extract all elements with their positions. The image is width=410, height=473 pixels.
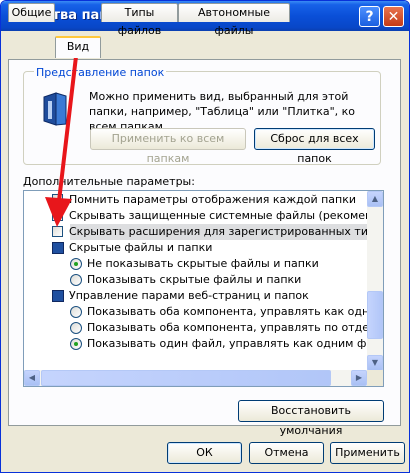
list-item-label: Показывать один файл, управлять как одни… [87,337,384,350]
tab-view[interactable]: Вид [55,36,101,58]
list-item-label: Скрытые файлы и папки [69,241,213,254]
radio-show-one-file[interactable] [70,338,82,350]
folder-views-icon [43,92,67,126]
vertical-scroll-thumb[interactable] [367,291,383,339]
list-item-label: Помнить параметры отображения каждой пап… [69,193,357,206]
tab-offline-files[interactable]: Автономные файлы [178,3,290,37]
tab-file-types[interactable]: Типы файлов [101,3,178,37]
folder-icon [52,242,64,254]
cancel-button[interactable]: Отмена [249,442,324,464]
ok-button[interactable]: ОК [167,442,242,464]
list-item-label: Управление парами веб-страниц и папок [69,289,309,302]
help-button[interactable]: ? [359,6,380,27]
close-button[interactable]: ✕ [383,6,404,27]
scroll-left-button[interactable]: ◀ [24,370,40,386]
folder-views-title: Представление папок [34,66,167,79]
advanced-settings-label: Дополнительные параметры: [23,175,195,188]
advanced-settings-list[interactable]: Помнить параметры отображения каждой пап… [23,190,384,387]
scroll-right-button[interactable]: ▶ [351,370,367,386]
folder-options-dialog: Свойства папки ? ✕ Общие Вид Типы файлов… [0,0,410,473]
radio-show-both-manage-separately[interactable] [70,322,82,334]
apply-to-all-folders-button[interactable]: Применить ко всем папкам [90,128,246,165]
list-item-label: Не показывать скрытые файлы и папки [87,257,319,270]
list-item-label: Скрывать расширения для зарегистрированн… [69,225,383,238]
checkbox-remember-view[interactable] [52,194,63,205]
list-item-label: Показывать оба компонента, управлять как… [87,305,384,318]
scroll-down-button[interactable]: ▼ [367,355,383,371]
vertical-scrollbar[interactable]: ▲ ▼ [367,191,383,371]
horizontal-scroll-thumb[interactable] [41,370,331,386]
folder-icon [52,290,64,302]
apply-button[interactable]: Применить [330,442,405,464]
tab-general[interactable]: Общие [8,3,55,22]
checkbox-hide-system-files[interactable] [52,207,63,223]
scroll-up-button[interactable]: ▲ [367,191,383,207]
radio-show-hidden[interactable] [70,274,82,286]
reset-all-folders-button[interactable]: Сброс для всех папок [254,128,375,165]
list-item-label: Показывать оба компонента, управлять по … [87,321,384,334]
scrollbar-corner [367,370,383,386]
restore-defaults-button[interactable]: Восстановить умолчания [238,400,384,437]
radio-show-both-manage-as-one[interactable] [70,306,82,318]
checkbox-hide-extensions[interactable] [52,226,63,237]
horizontal-scrollbar[interactable]: ◀ ▶ [24,370,367,386]
list-item-label: Показывать скрытые файлы и папки [87,273,302,286]
radio-dont-show-hidden[interactable] [70,258,82,270]
list-item-label: Скрывать защищенные системные файлы (рек… [69,209,384,222]
